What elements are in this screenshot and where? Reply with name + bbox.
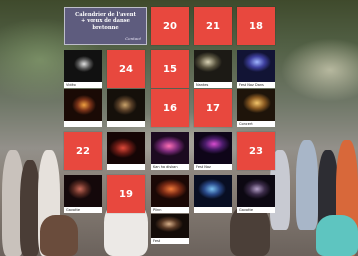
video-thumbnail[interactable]: Fest Noz Dans [237, 50, 275, 88]
video-thumbnail[interactable]: Fest [151, 214, 189, 244]
video-caption [194, 207, 232, 213]
video-thumbnail[interactable] [194, 175, 232, 213]
video-still [237, 89, 275, 121]
day-tile-18[interactable]: 18 [237, 7, 275, 45]
video-thumbnail[interactable]: Gavotte [64, 175, 102, 213]
video-still [151, 132, 189, 164]
video-caption [64, 121, 102, 127]
title-signature: Contact [125, 36, 141, 41]
day-tile-20[interactable]: 20 [151, 7, 189, 45]
video-caption: Nantes [194, 82, 232, 88]
video-thumbnail[interactable]: Fest Noz [194, 132, 232, 170]
background-dancer [296, 140, 318, 230]
video-thumbnail[interactable]: Concert [237, 89, 275, 127]
day-tile-21[interactable]: 21 [194, 7, 232, 45]
video-thumbnail[interactable] [64, 89, 102, 127]
day-tile-23[interactable]: 23 [237, 132, 275, 170]
video-thumbnail[interactable] [107, 89, 145, 127]
video-caption: Plinn [151, 207, 189, 213]
video-caption: Kan ha diskan [151, 164, 189, 170]
day-tile-19[interactable]: 19 [107, 175, 145, 213]
video-still [64, 175, 102, 207]
video-thumbnail[interactable] [107, 132, 145, 170]
video-still [151, 214, 189, 238]
video-caption [107, 121, 145, 127]
video-still [151, 175, 189, 207]
video-thumbnail[interactable]: Plinn [151, 175, 189, 213]
day-tile-16[interactable]: 16 [151, 89, 189, 127]
video-caption: Fest [151, 238, 189, 244]
video-caption: Fest Noz Dans [237, 82, 275, 88]
video-thumbnail[interactable]: Kan ha diskan [151, 132, 189, 170]
video-thumbnail[interactable]: Vidéo [64, 50, 102, 88]
video-caption: Concert [237, 121, 275, 127]
video-caption: Vidéo [64, 82, 102, 88]
video-caption: Fest Noz [194, 164, 232, 170]
background-dancer [316, 215, 358, 256]
background-dancer [20, 160, 40, 256]
video-still [237, 50, 275, 82]
video-thumbnail[interactable]: Nantes [194, 50, 232, 88]
video-thumbnail[interactable]: Gavotte [237, 175, 275, 213]
day-tile-24[interactable]: 24 [107, 50, 145, 88]
video-still [194, 175, 232, 207]
calendar-title-card: Calendrier de l'avent + vœux de danse br… [64, 7, 147, 45]
video-still [107, 132, 145, 164]
advent-calendar-page: Calendrier de l'avent + vœux de danse br… [0, 0, 358, 256]
video-caption: Gavotte [64, 207, 102, 213]
video-still [194, 132, 232, 164]
video-caption [107, 164, 145, 170]
video-still [107, 89, 145, 121]
day-tile-22[interactable]: 22 [64, 132, 102, 170]
video-still [237, 175, 275, 207]
video-still [64, 50, 102, 82]
video-still [64, 89, 102, 121]
day-tile-15[interactable]: 15 [151, 50, 189, 88]
title-line-3: bretonne [92, 24, 119, 31]
day-tile-17[interactable]: 17 [194, 89, 232, 127]
video-caption: Gavotte [237, 207, 275, 213]
background-dancer [40, 215, 78, 256]
video-still [194, 50, 232, 82]
